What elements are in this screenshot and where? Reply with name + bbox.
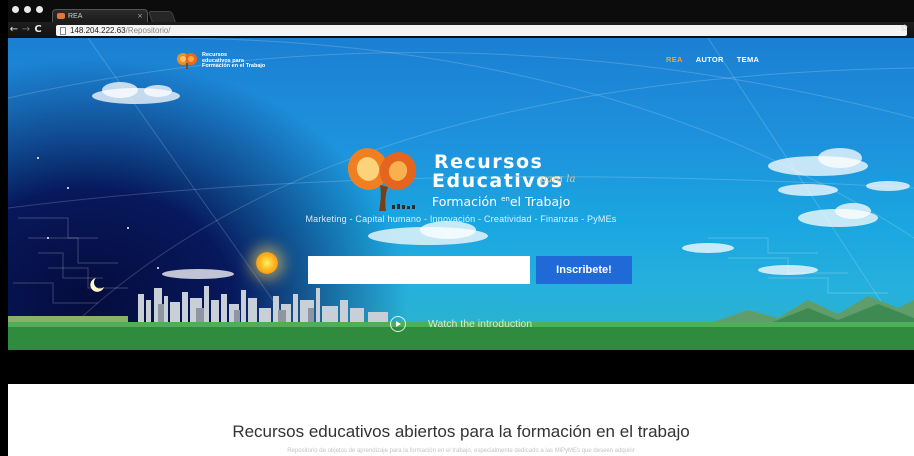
url-host: 148.204.222.63: [70, 26, 126, 35]
address-bar[interactable]: 148.204.222.63/Repositorio/ ☆: [56, 23, 909, 36]
reload-button[interactable]: C: [32, 22, 44, 38]
signup-button[interactable]: Inscribete!: [536, 256, 632, 284]
section-subtitle: Repositorio de objetos de aprendizaje pa…: [287, 448, 635, 454]
minimize-window-button[interactable]: [24, 6, 31, 13]
watch-intro-link[interactable]: Watch the introduction: [390, 316, 532, 332]
maximize-window-button[interactable]: [36, 6, 43, 13]
brand-en: en: [501, 195, 510, 203]
watch-intro-label: Watch the introduction: [428, 318, 533, 330]
signup-form: Inscribete!: [308, 256, 632, 284]
forward-button[interactable]: →: [20, 22, 32, 38]
logo-icon: [177, 53, 197, 69]
nav-autor[interactable]: AUTOR: [696, 55, 724, 64]
nav-tema[interactable]: TEMA: [737, 55, 759, 64]
page-icon: [60, 26, 66, 35]
video-band: [8, 350, 914, 384]
browser-toolbar: ← → C 148.204.222.63/Repositorio/ ☆: [8, 22, 914, 38]
intro-section: Recursos educativos abiertos para la for…: [8, 384, 914, 456]
brand-logo: Recursos Educativos para la Formación en…: [346, 145, 626, 221]
back-button[interactable]: ←: [8, 22, 20, 38]
logo-text: Recursos educativos para Formación en el…: [202, 52, 266, 69]
tab-bar: REA ×: [8, 0, 914, 23]
url-path: /Repositorio/: [125, 26, 171, 35]
tab-title: REA: [68, 12, 83, 20]
window-frame: [0, 0, 8, 456]
browser-tab[interactable]: REA ×: [52, 9, 148, 22]
favicon-icon: [57, 13, 65, 19]
brand-para-la: para la: [540, 174, 576, 185]
moon-icon: [90, 278, 104, 292]
email-input[interactable]: [308, 256, 530, 284]
site-logo[interactable]: Recursos educativos para Formación en el…: [176, 52, 268, 70]
star-icon[interactable]: ☆: [900, 23, 909, 34]
brand-el-trabajo: el Trabajo: [509, 194, 571, 210]
window-controls: [12, 6, 43, 13]
sun-icon: [256, 252, 278, 274]
brand-formacion: Formación: [432, 194, 498, 210]
play-icon: [390, 316, 406, 332]
browser-chrome: REA × ← → C 148.204.222.63/Repositorio/ …: [8, 0, 914, 38]
url-text: 148.204.222.63/Repositorio/: [70, 26, 171, 35]
nav-rea[interactable]: REA: [666, 55, 683, 64]
close-window-button[interactable]: [12, 6, 19, 13]
hero-section: Recursos educativos para Formación en el…: [8, 38, 914, 350]
brand-formacion-trabajo: Formación enel Trabajo: [432, 192, 570, 209]
close-tab-icon[interactable]: ×: [137, 12, 143, 20]
section-title: Recursos educativos abiertos para la for…: [232, 422, 690, 441]
top-nav: REA AUTOR TEMA: [666, 55, 759, 64]
hero-tagline: Marketing - Capital humano - Innovación …: [305, 214, 617, 224]
brand-logo-icon: [347, 148, 417, 211]
